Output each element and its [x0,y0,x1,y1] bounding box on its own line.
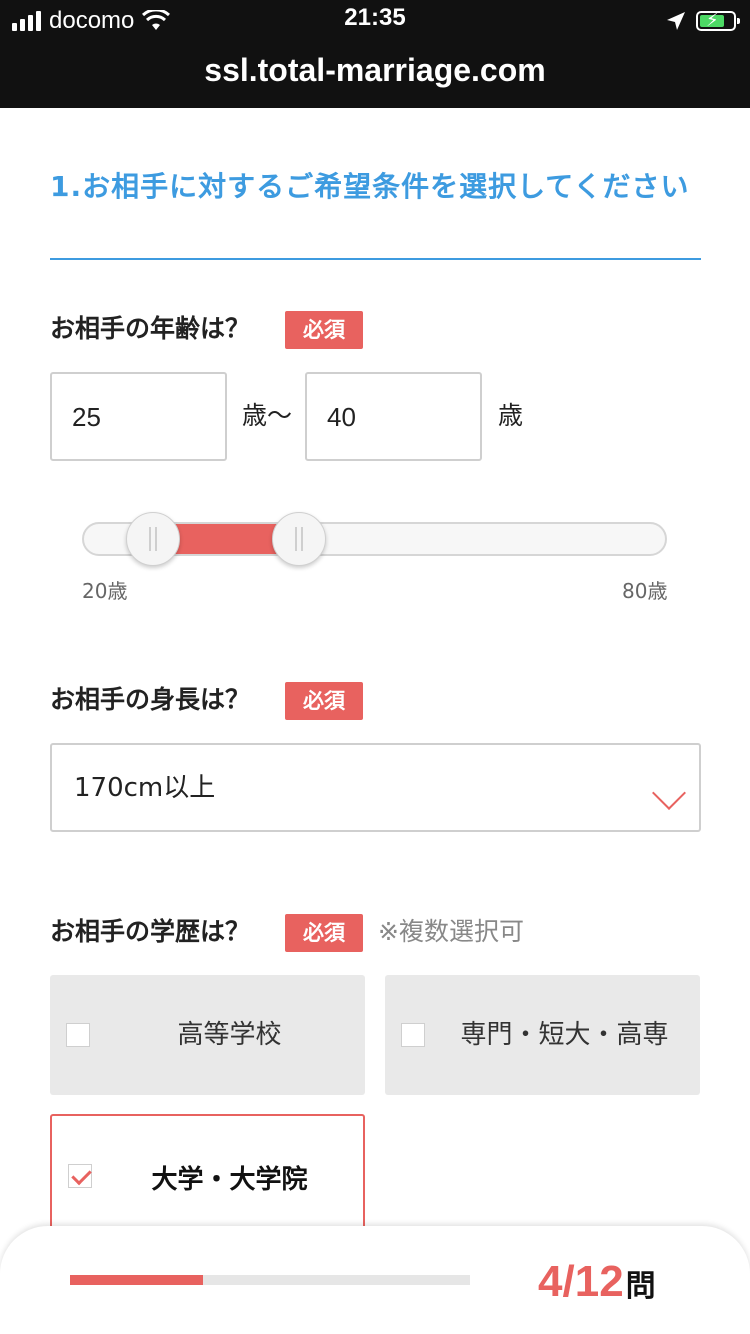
progress-fill [70,1275,204,1285]
age-min-input[interactable]: 25 [50,372,227,461]
slider-max-label: 80歳 [622,579,668,603]
clock: 21:35 [344,4,406,31]
education-option-highschool[interactable]: 高等学校 [50,975,365,1095]
age-slider-min-handle[interactable] [125,512,180,566]
checkbox-checked[interactable] [68,1164,92,1188]
height-select[interactable]: 170cm以上 [50,743,701,832]
counter-unit: 問 [625,1269,656,1304]
progress-footer: 4/12問 [0,1226,750,1334]
option-label: 高等学校 [177,1020,282,1050]
section-divider [50,258,701,260]
browser-status-bar: docomo 21:35 ⚡ ssl.total-marriage.com [0,0,750,108]
chevron-down-icon [652,776,686,810]
age-slider-max-handle[interactable] [272,512,326,566]
height-required-badge: 必須 [285,682,363,720]
counter-separator: / [562,1257,575,1306]
checkbox[interactable] [401,1023,425,1047]
location-arrow-icon [667,12,685,30]
age-max-input[interactable]: 40 [305,372,482,461]
current-question: 4 [538,1257,563,1306]
charging-icon: ⚡ [706,10,719,31]
height-question-label: お相手の身長は？ [50,685,251,714]
question-counter: 4/12問 [538,1254,656,1315]
option-label: 大学・大学院 [151,1165,308,1195]
progress-bar [70,1275,470,1285]
battery-icon: ⚡ [696,10,740,31]
education-question-label: お相手の学歴は？ [50,917,251,946]
checkmark-icon [71,1164,92,1186]
slider-min-label: 20歳 [82,579,128,603]
checkbox[interactable] [66,1023,90,1047]
section-title: 1.お相手に対するご希望条件を選択してください [50,170,690,203]
multi-select-note: ※複数選択可 [378,917,524,946]
status-indicators: ⚡ [666,6,740,36]
option-label: 専門・短大・高専 [460,1020,669,1050]
url-bar[interactable]: ssl.total-marriage.com [0,52,750,89]
height-selected-value: 170cm以上 [74,773,216,803]
age-required-badge: 必須 [285,311,363,349]
age-question-label: お相手の年齢は？ [50,314,251,343]
education-required-badge: 必須 [285,914,363,952]
age-end-unit: 歳 [498,401,524,430]
education-option-vocational[interactable]: 専門・短大・高専 [385,975,700,1095]
age-separator-unit: 歳〜 [242,401,293,430]
total-questions: 12 [574,1257,624,1306]
